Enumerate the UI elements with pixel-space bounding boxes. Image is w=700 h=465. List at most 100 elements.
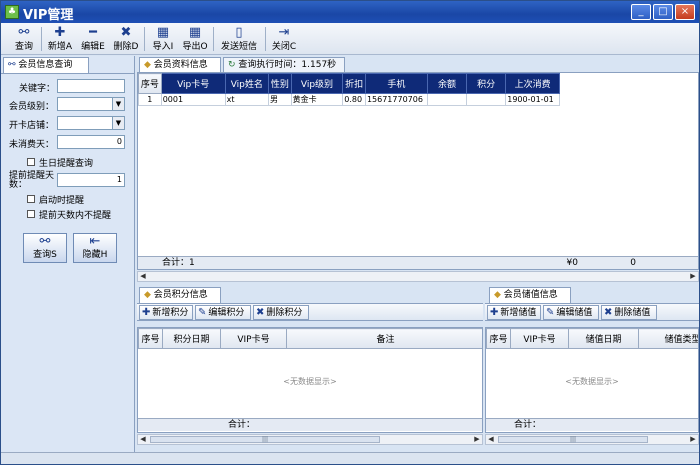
points-col-header[interactable]: VIP卡号 <box>220 328 287 349</box>
table-cell[interactable]: 0001 <box>160 93 226 106</box>
member-col-header[interactable]: 积分 <box>466 73 507 94</box>
no-remind-checkbox[interactable] <box>27 210 35 218</box>
stored-grid[interactable]: 序号 VIP卡号 储值日期 储值类型 <无数据显示> 合计： <box>485 327 699 433</box>
delete-points-button[interactable]: ✖ 删除积分 <box>253 305 309 320</box>
level-select[interactable]: ▼ <box>57 97 125 111</box>
member-col-header[interactable]: 序号 <box>138 73 162 94</box>
table-cell[interactable]: 男 <box>267 93 292 106</box>
chevron-down-icon[interactable]: ▼ <box>112 98 124 110</box>
hide-button[interactable]: ⇤ 隐藏H <box>73 233 117 263</box>
toolbar: ⚯ 查询 ✚ 新增A ━ 编辑E ✖ 删除D ▦ 导入I ▦ 导出O ▯ 发送短… <box>1 23 699 55</box>
birthday-checkbox[interactable] <box>27 158 35 166</box>
scroll-right-icon[interactable]: ▶ <box>472 435 482 444</box>
status-bar <box>1 452 699 464</box>
total-balance: ¥0 <box>566 258 578 268</box>
folder-icon: ◆ <box>144 60 151 70</box>
member-col-header[interactable]: Vip卡号 <box>160 73 226 94</box>
scroll-left-icon[interactable]: ◀ <box>486 435 496 444</box>
tab-member-info[interactable]: ◆ 会员资料信息 <box>139 57 221 72</box>
tab-points-info[interactable]: ◆ 会员积分信息 <box>139 287 221 303</box>
tab-divider <box>1 73 135 74</box>
birthday-label: 生日提醒查询 <box>39 159 94 169</box>
member-footer: 合计：1 ¥0 0 <box>138 256 698 269</box>
delete-x-icon: ✖ <box>604 307 613 318</box>
member-col-header[interactable]: 手机 <box>364 73 428 94</box>
edit-icon: ✎ <box>198 307 207 318</box>
title-bar[interactable]: ♣ VIP管理 _ □ × <box>1 1 699 23</box>
member-grid[interactable]: 序号 Vip卡号 Vip姓名 性别 Vip级别 折扣 手机 余额 积分 上次消费 1 0001 xt 男… <box>137 72 699 270</box>
scroll-right-icon[interactable]: ▶ <box>688 272 698 281</box>
member-col-header[interactable]: 折扣 <box>342 73 366 94</box>
vip-window: ♣ VIP管理 _ □ × ⚯ 查询 ✚ 新增A ━ 编辑E ✖ 删除D ▦ 导… <box>0 0 700 465</box>
close-button[interactable]: ⇥ 关闭C <box>269 24 299 54</box>
member-col-header[interactable]: 上次消费 <box>505 73 560 94</box>
member-hscrollbar[interactable]: ◀ ▶ <box>137 271 699 282</box>
table-cell[interactable]: 1900-01-01 <box>505 93 560 106</box>
points-hscrollbar[interactable]: ◀ ||| ▶ <box>137 434 483 445</box>
delete-button[interactable]: ✖ 删除D <box>111 24 141 54</box>
binoculars-icon: ⚯ <box>39 234 51 249</box>
add-points-button[interactable]: ✚ 新增积分 <box>139 305 193 320</box>
table-cell[interactable]: xt <box>224 93 269 106</box>
scroll-right-icon[interactable]: ▶ <box>688 435 698 444</box>
table-cell[interactable]: 黄金卡 <box>290 93 344 106</box>
close-window-button[interactable]: × <box>675 4 695 20</box>
store-select[interactable]: ▼ <box>57 116 125 130</box>
toolbar-separator <box>144 27 145 51</box>
toolbar-separator <box>41 27 42 51</box>
stored-col-header[interactable]: VIP卡号 <box>510 328 569 349</box>
maximize-button[interactable]: □ <box>653 4 673 20</box>
table-cell[interactable]: 1 <box>138 93 162 106</box>
window-title: VIP管理 <box>23 8 74 23</box>
edit-points-button[interactable]: ✎ 编辑积分 <box>195 305 251 320</box>
advance-days-label: 提前提醒天数： <box>9 171 55 190</box>
member-col-header[interactable]: 余额 <box>426 73 468 94</box>
add-stored-button[interactable]: ✚ 新增储值 <box>487 305 541 320</box>
tab-member-query[interactable]: ⚯ 会员信息查询 <box>3 57 89 73</box>
import-button[interactable]: ▦ 导入I <box>148 24 178 54</box>
table-cell[interactable]: 15671770706 <box>364 93 428 106</box>
tab-query-time[interactable]: ↻ 查询执行时间：1.157秒 <box>223 57 345 72</box>
binoculars-icon: ⚯ <box>18 25 30 40</box>
export-button[interactable]: ▦ 导出O <box>180 24 210 54</box>
table-cell[interactable] <box>426 93 468 106</box>
table-cell[interactable] <box>466 93 507 106</box>
tab-stored-value-info[interactable]: ◆ 会员储值信息 <box>489 287 571 303</box>
import-sheet-icon: ▦ <box>156 25 170 40</box>
scroll-left-icon[interactable]: ◀ <box>138 272 148 281</box>
minimize-button[interactable]: _ <box>631 4 651 20</box>
total-points: 0 <box>630 258 636 268</box>
advance-days-input[interactable]: 1 <box>57 173 125 187</box>
send-sms-button[interactable]: ▯ 发送短信 <box>217 24 261 54</box>
member-col-header[interactable]: 性别 <box>267 73 292 94</box>
panel-query-button[interactable]: ⚯ 查询S <box>23 233 67 263</box>
days-input[interactable]: 0 <box>57 135 125 149</box>
binoculars-icon: ⚯ <box>8 60 16 70</box>
scroll-thumb[interactable]: ||| <box>498 436 648 443</box>
stored-col-header[interactable]: 储值日期 <box>568 328 639 349</box>
member-col-header[interactable]: Vip级别 <box>290 73 344 94</box>
chevron-down-icon[interactable]: ▼ <box>112 117 124 129</box>
points-col-header[interactable]: 积分日期 <box>162 328 221 349</box>
startup-remind-checkbox[interactable] <box>27 195 35 203</box>
phone-icon: ▯ <box>235 25 243 40</box>
member-col-header[interactable]: Vip姓名 <box>224 73 269 94</box>
hide-door-icon: ⇤ <box>89 234 101 249</box>
folder-icon: ◆ <box>494 290 501 300</box>
edit-button[interactable]: ━ 编辑E <box>77 24 109 54</box>
table-row[interactable]: 1 0001 xt 男黄金卡 0.80 15671770706 1900-01-01 <box>138 93 560 106</box>
scroll-thumb[interactable]: ||| <box>150 436 380 443</box>
points-col-header[interactable]: 序号 <box>138 328 163 349</box>
points-grid[interactable]: 序号 积分日期 VIP卡号 备注 <无数据显示> 合计： <box>137 327 483 433</box>
stored-hscrollbar[interactable]: ◀ ||| ▶ <box>485 434 699 445</box>
stored-col-header[interactable]: 序号 <box>486 328 511 349</box>
edit-stored-button[interactable]: ✎ 编辑储值 <box>543 305 599 320</box>
delete-stored-button[interactable]: ✖ 删除储值 <box>601 305 657 320</box>
keyword-input[interactable] <box>57 79 125 93</box>
add-button[interactable]: ✚ 新增A <box>45 24 75 54</box>
table-cell[interactable]: 0.80 <box>342 93 366 106</box>
stored-col-header[interactable]: 储值类型 <box>638 328 698 349</box>
scroll-left-icon[interactable]: ◀ <box>138 435 148 444</box>
points-col-header[interactable]: 备注 <box>286 328 482 349</box>
query-button[interactable]: ⚯ 查询 <box>11 24 37 54</box>
